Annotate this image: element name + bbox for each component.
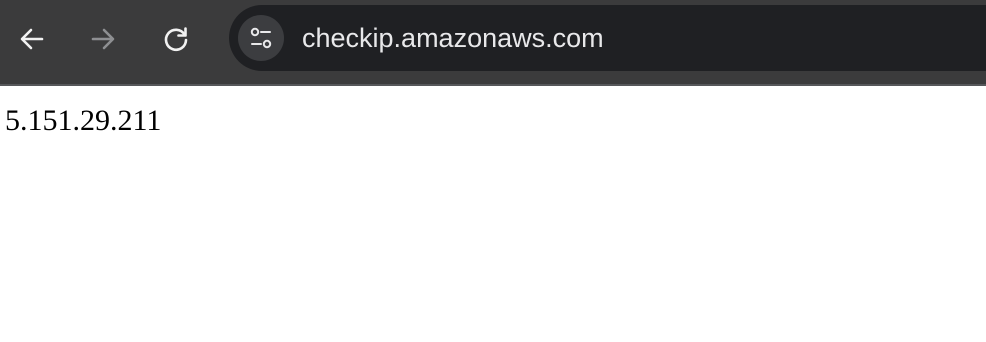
browser-toolbar: checkip.amazonaws.com xyxy=(0,0,986,86)
reload-icon xyxy=(164,27,188,52)
tune-icon xyxy=(250,27,272,49)
arrow-left-icon xyxy=(20,28,44,50)
address-bar[interactable]: checkip.amazonaws.com xyxy=(229,5,986,71)
page-content: 5.151.29.211 xyxy=(0,86,986,342)
reload-button[interactable] xyxy=(159,22,193,56)
ip-address-text: 5.151.29.211 xyxy=(5,104,162,137)
url-text[interactable]: checkip.amazonaws.com xyxy=(302,22,604,54)
site-info-button[interactable] xyxy=(238,15,284,61)
back-button[interactable] xyxy=(15,22,49,56)
forward-button[interactable] xyxy=(86,22,120,56)
arrow-right-icon xyxy=(91,28,115,50)
